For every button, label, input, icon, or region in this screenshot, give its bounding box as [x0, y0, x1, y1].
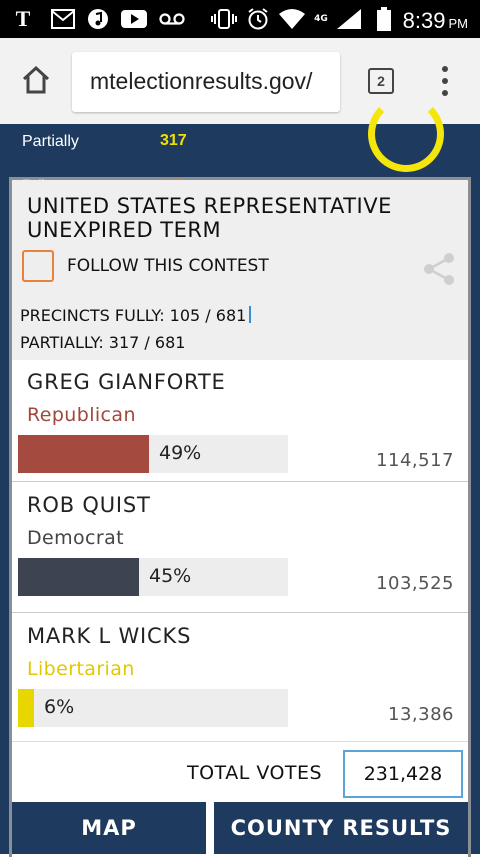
- precincts-partially: PARTIALLY: 317 / 681: [20, 333, 186, 352]
- county-results-button[interactable]: COUNTY RESULTS: [214, 802, 468, 854]
- vote-percent: 6%: [44, 696, 75, 718]
- map-button[interactable]: MAP: [12, 802, 206, 854]
- vote-percent: 49%: [159, 442, 202, 464]
- follow-label[interactable]: FOLLOW THIS CONTEST: [67, 256, 269, 276]
- vote-bar-track: 49%: [18, 435, 288, 473]
- overflow-menu-icon[interactable]: [438, 66, 452, 96]
- candidate-name: ROB QUIST: [27, 493, 151, 517]
- vibrate-icon: [210, 7, 238, 31]
- lte-signal-icon: [334, 7, 364, 31]
- precinct-counts: PRECINCTS FULLY: 105 / 681 PARTIALLY: 31…: [20, 302, 252, 356]
- candidate-party: Republican: [27, 404, 136, 426]
- t-mobile-icon: T: [15, 6, 31, 31]
- tab-count: 2: [377, 73, 385, 89]
- candidate-votes: 103,525: [376, 573, 454, 594]
- partially-label: Partially: [22, 133, 79, 150]
- candidate-row: MARK L WICKS Libertarian 6% 13,386: [12, 614, 468, 742]
- music-icon: [86, 7, 110, 31]
- candidate-row: GREG GIANFORTE Republican 49% 114,517: [12, 360, 468, 482]
- youtube-icon: [120, 7, 148, 31]
- url-text[interactable]: mtelectionresults.gov/: [90, 68, 312, 95]
- vote-bar-fill: [18, 689, 34, 727]
- vote-bar-fill: [18, 435, 149, 473]
- partially-value: 317: [160, 132, 187, 149]
- candidate-row: ROB QUIST Democrat 45% 103,525: [12, 483, 468, 613]
- candidate-votes: 13,386: [388, 704, 454, 725]
- candidate-votes: 114,517: [376, 450, 454, 471]
- voicemail-icon: [158, 7, 186, 31]
- status-bar: T 4G 8:39 PM: [0, 0, 480, 38]
- alarm-icon: [245, 7, 271, 31]
- address-bar[interactable]: mtelectionresults.gov/: [72, 52, 340, 112]
- candidate-name: MARK L WICKS: [27, 624, 192, 648]
- share-icon[interactable]: [422, 252, 456, 286]
- contest-title: UNITED STATES REPRESENTATIVE UNEXPIRED T…: [27, 194, 392, 242]
- total-votes-value: 231,428: [343, 750, 463, 798]
- home-icon[interactable]: [20, 64, 52, 96]
- candidate-party: Libertarian: [27, 658, 135, 680]
- total-votes-row: TOTAL VOTES 231,428: [12, 742, 468, 802]
- follow-checkbox[interactable]: [22, 250, 54, 282]
- network-type: 4G: [314, 13, 328, 24]
- battery-icon: [376, 7, 392, 31]
- vote-percent: 45%: [149, 565, 192, 587]
- contest-header: UNITED STATES REPRESENTATIVE UNEXPIRED T…: [12, 180, 468, 360]
- candidate-party: Democrat: [27, 527, 125, 549]
- precincts-fully: PRECINCTS FULLY: 105 / 681: [20, 306, 247, 325]
- vote-bar-fill: [18, 558, 139, 596]
- vote-bar-track: 45%: [18, 558, 288, 596]
- candidate-name: GREG GIANFORTE: [27, 370, 226, 394]
- wifi-icon: [277, 7, 307, 31]
- gmail-icon: [50, 7, 76, 31]
- tab-switcher-button[interactable]: 2: [368, 68, 394, 94]
- vote-bar-track: 6%: [18, 689, 288, 727]
- total-votes-label: TOTAL VOTES: [187, 762, 323, 784]
- progress-ring-icon: [368, 96, 444, 172]
- clock: 8:39 PM: [402, 8, 468, 33]
